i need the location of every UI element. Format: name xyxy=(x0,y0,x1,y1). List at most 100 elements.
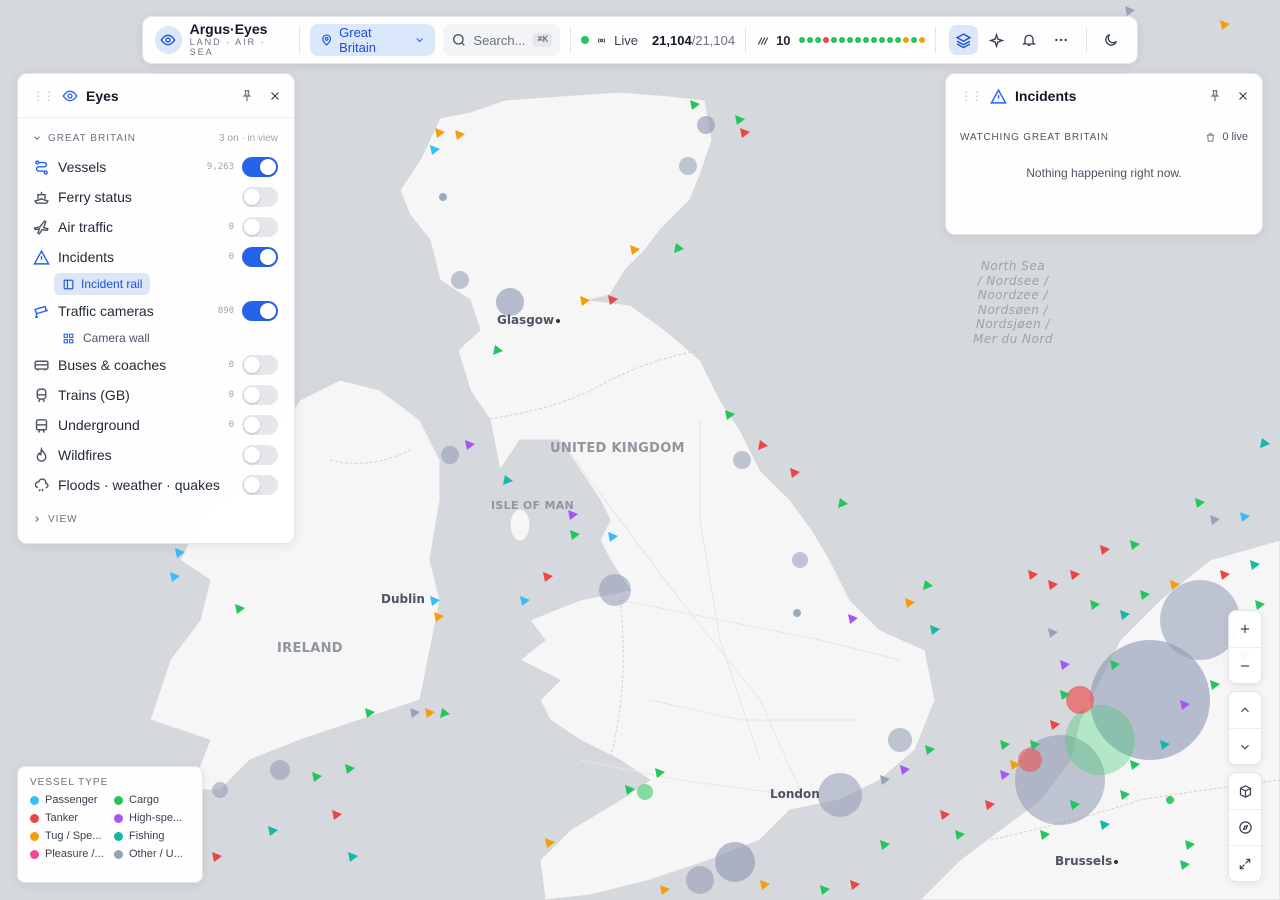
region-selector[interactable]: Great Britain xyxy=(309,24,436,56)
tilt-down-button[interactable] xyxy=(1229,728,1261,764)
layer-row-underground[interactable]: Underground 0 xyxy=(18,410,294,440)
layer-row-air-traffic[interactable]: Air traffic 0 xyxy=(18,212,294,242)
pin-icon[interactable] xyxy=(1208,89,1222,103)
legend-swatch xyxy=(30,795,39,805)
close-icon[interactable] xyxy=(268,89,282,103)
layer-label: Air traffic xyxy=(58,219,113,235)
legend-swatch xyxy=(30,849,39,859)
drag-handle-icon[interactable]: ⋮⋮ xyxy=(960,89,983,103)
vessels-toggle[interactable] xyxy=(242,157,278,177)
view-section-header[interactable]: VIEW xyxy=(18,506,294,532)
layer-row-buses[interactable]: Buses & coaches 0 xyxy=(18,350,294,380)
app-subtitle: LAND · AIR · SEA xyxy=(189,36,266,57)
theme-toggle[interactable] xyxy=(1097,25,1126,55)
feed-status-light xyxy=(918,37,925,43)
layer-row-trains[interactable]: Trains (GB) 0 xyxy=(18,380,294,410)
minus-icon xyxy=(1240,664,1250,667)
eye-icon xyxy=(62,90,78,101)
tram-icon xyxy=(32,416,50,434)
notifications-button[interactable] xyxy=(1015,25,1044,55)
legend-item: Passenger xyxy=(30,794,114,806)
tilt-controls xyxy=(1228,691,1262,765)
zoom-in-button[interactable] xyxy=(1229,611,1261,647)
view-controls xyxy=(1228,772,1262,882)
layer-row-traffic-cameras[interactable]: Traffic cameras 890 xyxy=(18,296,294,326)
traffic-cameras-toggle[interactable] xyxy=(242,301,278,321)
drag-handle-icon[interactable]: ⋮⋮ xyxy=(32,89,55,103)
layer-label: Floods · weather · quakes xyxy=(58,477,220,493)
layer-row-floods-weather-quakes[interactable]: Floods · weather · quakes xyxy=(18,470,294,500)
legend-item: Tug / Spe... xyxy=(30,830,114,842)
legend-item: High-spe... xyxy=(114,812,194,824)
incidents-toggle[interactable] xyxy=(242,247,278,267)
bell-icon xyxy=(1021,34,1036,46)
chevron-right-icon xyxy=(35,516,39,522)
layer-row-ferry-status[interactable]: Ferry status xyxy=(18,182,294,212)
camera-wall-sub: Camera wall xyxy=(54,326,294,350)
more-button[interactable] xyxy=(1047,25,1076,55)
layer-row-incidents[interactable]: Incidents 0 xyxy=(18,242,294,272)
feed-status-light xyxy=(894,37,901,43)
legend-label: Tanker xyxy=(45,812,79,824)
incident-rail-button[interactable]: Incident rail xyxy=(54,273,151,295)
legend-label: High-spe... xyxy=(129,812,183,824)
incidents-panel-header: ⋮⋮ Incidents xyxy=(946,74,1262,118)
ai-button[interactable] xyxy=(982,25,1011,55)
close-icon[interactable] xyxy=(1236,89,1250,103)
ferry-status-toggle[interactable] xyxy=(242,187,278,207)
feed-status-light xyxy=(798,37,805,43)
layer-count: 9,263 xyxy=(206,162,234,172)
compass-button[interactable] xyxy=(1229,809,1261,845)
sparkles-icon xyxy=(988,32,1005,48)
legend-label: Cargo xyxy=(129,794,159,806)
floods-weather-quakes-toggle[interactable] xyxy=(242,475,278,495)
city-label-brussels: Brussels xyxy=(1055,854,1119,868)
search-icon xyxy=(453,34,466,46)
zoom-controls xyxy=(1228,610,1262,684)
watching-bar: WATCHING GREAT BRITAIN 0 live xyxy=(946,122,1262,152)
underground-toggle[interactable] xyxy=(242,415,278,435)
trains-toggle[interactable] xyxy=(242,385,278,405)
pin-icon[interactable] xyxy=(240,89,254,103)
flame-icon xyxy=(32,446,50,464)
layer-count: 0 xyxy=(228,420,234,430)
camera-wall-button[interactable]: Camera wall xyxy=(54,327,158,349)
zoom-out-button[interactable] xyxy=(1229,647,1261,683)
legend-swatch xyxy=(114,849,123,859)
city-label-london: London xyxy=(770,787,820,801)
train-icon xyxy=(32,386,50,404)
vessel-type-legend: VESSEL TYPE Passenger Cargo Tanker High-spe… xyxy=(17,766,203,883)
layer-row-vessels[interactable]: Vessels 9,263 xyxy=(18,152,294,182)
more-horizontal-icon xyxy=(1055,38,1068,42)
view-label: VIEW xyxy=(48,513,78,525)
air-traffic-toggle[interactable] xyxy=(242,217,278,237)
city-label-glasgow: Glasgow xyxy=(497,313,561,327)
watching-label: WATCHING GREAT BRITAIN xyxy=(960,131,1109,143)
incident-rail-sub: Incident rail xyxy=(54,272,294,296)
feed-status-light xyxy=(854,37,861,43)
layer-label: Ferry status xyxy=(58,189,132,205)
layer-section-header[interactable]: GREAT BRITAIN 3 on · in view xyxy=(18,124,294,152)
layer-row-wildfires[interactable]: Wildfires xyxy=(18,440,294,470)
feeds-count: 10 xyxy=(776,32,791,48)
panel-left-icon xyxy=(63,279,74,289)
eyes-panel-header: ⋮⋮ Eyes xyxy=(18,74,294,118)
3d-view-button[interactable] xyxy=(1229,773,1261,809)
eye-icon[interactable] xyxy=(155,26,182,54)
buses-toggle[interactable] xyxy=(242,355,278,375)
island-label-isle-of-man: ISLE OF MAN xyxy=(491,499,575,512)
legend-swatch xyxy=(30,831,39,841)
search-input[interactable]: Search... ⌘K xyxy=(443,24,561,56)
wildfires-toggle[interactable] xyxy=(242,445,278,465)
layers-icon xyxy=(955,32,972,48)
feed-health[interactable]: 10 xyxy=(756,32,925,48)
alert-triangle-icon xyxy=(32,248,50,266)
sea-label-north-sea: North Sea / Nordsee / Noordzee / Nordsøe… xyxy=(973,259,1053,346)
empty-state-message: Nothing happening right now. xyxy=(1026,166,1182,180)
app-brand: Argus·Eyes LAND · AIR · SEA xyxy=(190,22,289,57)
layers-button[interactable] xyxy=(949,25,978,55)
section-label: GREAT BRITAIN xyxy=(48,132,137,144)
fullscreen-button[interactable] xyxy=(1229,845,1261,881)
tilt-up-button[interactable] xyxy=(1229,692,1261,728)
chevron-down-icon xyxy=(1241,744,1249,750)
